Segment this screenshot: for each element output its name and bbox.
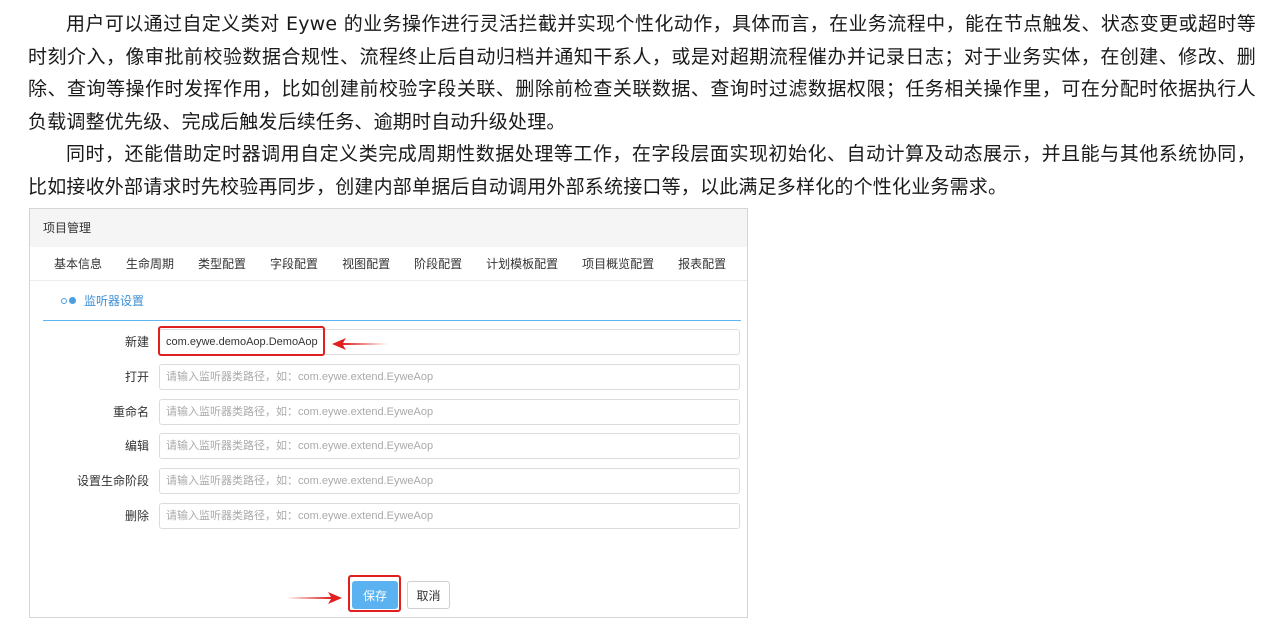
tab-project-overview-config[interactable]: 项目概览配置 <box>582 255 654 272</box>
panel-title: 项目管理 <box>30 209 747 247</box>
tab-type-config[interactable]: 类型配置 <box>198 255 246 272</box>
tab-field-config[interactable]: 字段配置 <box>270 255 318 272</box>
set-stage-listener-input[interactable] <box>159 468 740 494</box>
cancel-button[interactable]: 取消 <box>407 581 450 609</box>
paragraph-2: 同时，还能借助定时器调用自定义类完成周期性数据处理等工作，在字段层面实现初始化、… <box>28 143 1256 198</box>
form-row-create: 新建 <box>30 326 747 356</box>
project-management-panel: 项目管理 基本信息 生命周期 类型配置 字段配置 视图配置 阶段配置 计划模板配… <box>29 208 748 618</box>
open-label: 打开 <box>124 370 149 384</box>
form-row-edit: 编辑 <box>30 433 747 459</box>
create-label: 新建 <box>124 335 149 349</box>
create-listener-input[interactable] <box>159 329 740 355</box>
edit-listener-input[interactable] <box>159 433 740 459</box>
edit-label: 编辑 <box>124 439 149 453</box>
paragraph-1: 用户可以通过自定义类对 Eywe 的业务操作进行灵活拦截并实现个性化动作，具体而… <box>28 13 1256 133</box>
article-text: 用户可以通过自定义类对 Eywe 的业务操作进行灵活拦截并实现个性化动作，具体而… <box>28 8 1256 203</box>
delete-label: 删除 <box>124 509 149 523</box>
tab-report-config[interactable]: 报表配置 <box>678 255 726 272</box>
tab-stage-config[interactable]: 阶段配置 <box>414 255 462 272</box>
delete-listener-input[interactable] <box>159 503 740 529</box>
form-row-delete: 删除 <box>30 503 747 529</box>
tab-plan-template-config[interactable]: 计划模板配置 <box>486 255 558 272</box>
section-header: 监听器设置 <box>43 281 741 321</box>
form-row-open: 打开 <box>30 364 747 390</box>
tab-basic-info[interactable]: 基本信息 <box>54 255 102 272</box>
rename-listener-input[interactable] <box>159 399 740 425</box>
tab-lifecycle[interactable]: 生命周期 <box>126 255 174 272</box>
set-stage-label: 设置生命阶段 <box>76 474 149 488</box>
section-title-label: 监听器设置 <box>84 294 145 308</box>
tab-view-config[interactable]: 视图配置 <box>342 255 390 272</box>
rename-label: 重命名 <box>112 405 149 419</box>
open-listener-input[interactable] <box>159 364 740 390</box>
save-button[interactable]: 保存 <box>352 581 398 609</box>
form-row-set-stage: 设置生命阶段 <box>30 468 747 494</box>
config-tabs: 基本信息 生命周期 类型配置 字段配置 视图配置 阶段配置 计划模板配置 项目概… <box>30 247 747 281</box>
form-row-rename: 重命名 <box>30 399 747 425</box>
section-dots-icon <box>61 297 76 304</box>
